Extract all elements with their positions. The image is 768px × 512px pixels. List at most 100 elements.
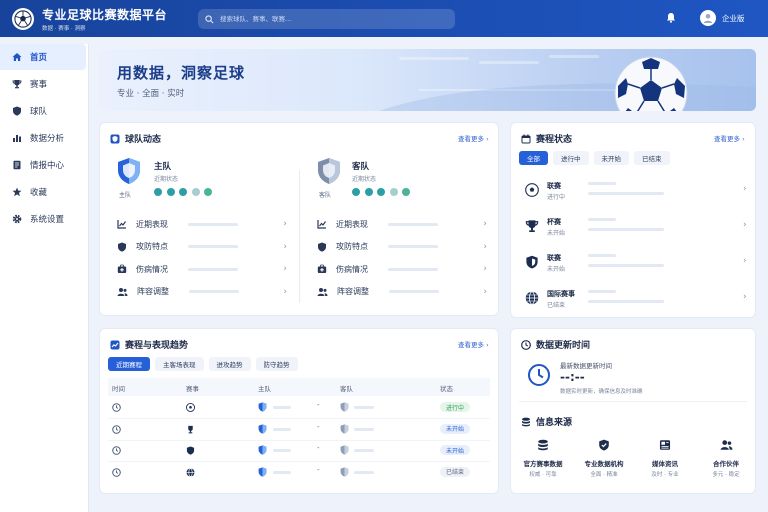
sidebar-item-matches[interactable]: 赛事: [0, 71, 86, 97]
medical-kit-icon: [117, 264, 127, 274]
tab-all[interactable]: 全部: [519, 151, 548, 165]
column-header: 主队: [258, 385, 271, 393]
sidebar-item-data-analysis[interactable]: 数据分析: [0, 125, 86, 151]
soccer-ball-icon: [614, 56, 688, 111]
tab-recent-schedule[interactable]: 近期赛程: [108, 357, 150, 371]
home-team-name: 主队: [154, 162, 172, 172]
home-team-detail-list: 近期表现 › 攻防特点 › 伤病情况 › 阵容调整 ›: [117, 213, 287, 303]
app-subtitle: 数据 · 赛事 · 洞察: [42, 25, 86, 32]
see-more-link[interactable]: 查看更多 ›: [714, 133, 745, 143]
away-team-label: 客队: [319, 192, 332, 199]
table-row[interactable]: - 未开始: [108, 419, 490, 440]
tab-upcoming[interactable]: 未开始: [593, 151, 629, 165]
home-team-placeholder: [273, 470, 291, 474]
tab-attack-trend[interactable]: 进攻趋势: [208, 357, 251, 371]
sidebar-item-favorites[interactable]: 收藏: [0, 179, 86, 205]
shield-icon: [318, 242, 326, 252]
list-item[interactable]: 攻防特点 ›: [317, 236, 487, 259]
medical-kit-icon: [317, 264, 327, 274]
list-item[interactable]: 阵容调整 ›: [117, 281, 287, 304]
list-item[interactable]: 联赛 进行中 ›: [519, 175, 759, 211]
tab-finished[interactable]: 已结束: [634, 151, 670, 165]
source-media-news[interactable]: 媒体资讯 及时 · 专业: [635, 439, 695, 478]
hero-title: 用数据，洞察足球: [117, 64, 246, 82]
sidebar-item-teams[interactable]: 球队: [0, 98, 86, 124]
users-icon: [720, 440, 732, 450]
user-menu[interactable]: 企业版: [700, 10, 745, 26]
sidebar-item-home[interactable]: 首页: [0, 44, 86, 70]
database-icon: [522, 417, 530, 426]
see-more-link[interactable]: 查看更多 ›: [458, 133, 489, 143]
list-item[interactable]: 近期表现 ›: [117, 213, 287, 236]
home-team-placeholder: [273, 449, 291, 452]
home-team-form-dots: [154, 188, 217, 196]
update-note: 数据实时更新，确保信息及时准确: [560, 389, 643, 395]
source-partners[interactable]: 合作伙伴 多元 · 稳定: [696, 439, 756, 478]
shield-check-icon: [599, 439, 609, 451]
hero-banner: 用数据，洞察足球 专业 · 全面 · 实时: [99, 49, 756, 111]
tab-live[interactable]: 进行中: [553, 151, 589, 165]
trophy-icon: [525, 220, 539, 233]
bell-icon[interactable]: [666, 12, 676, 26]
table-row[interactable]: - 已结束: [108, 462, 490, 483]
tab-defense-trend[interactable]: 防守趋势: [255, 357, 298, 371]
list-item[interactable]: 阵容调整 ›: [317, 281, 487, 304]
away-team-placeholder: [354, 427, 374, 431]
status-badge: 未开始: [440, 423, 471, 434]
card-title: 数据更新时间: [536, 341, 591, 351]
sidebar: 首页 赛事 球队 数据分析 情报中心 收藏 系统设置: [0, 44, 89, 512]
see-more-link[interactable]: 查看更多 ›: [458, 339, 489, 349]
clock-icon: [521, 339, 531, 350]
shield-icon: [110, 134, 120, 143]
away-team-detail-list: 近期表现 › 攻防特点 › 伤病情况 › 阵容调整 ›: [317, 213, 487, 303]
list-item-label: 攻防特点: [336, 242, 368, 252]
list-item[interactable]: 杯赛 未开始 ›: [519, 211, 759, 247]
form-dot: [191, 188, 200, 196]
form-dot: [154, 188, 162, 196]
list-item-label: 近期表现: [336, 219, 368, 229]
away-team-shield-icon: [340, 445, 349, 458]
chart-icon: [117, 220, 126, 229]
soccer-ball-logo-icon[interactable]: [12, 7, 34, 30]
tab-home-away[interactable]: 主客场表现: [155, 357, 204, 371]
source-official-data[interactable]: 官方赛事数据 权威 · 可靠: [513, 439, 573, 478]
app-title: 专业足球比赛数据平台: [42, 7, 168, 22]
home-icon: [12, 53, 22, 61]
search-box[interactable]: [198, 9, 455, 29]
avatar[interactable]: [700, 10, 716, 26]
chart-icon: [317, 220, 326, 229]
away-team-shield-icon: [340, 466, 349, 480]
sidebar-item-label: 系统设置: [30, 215, 65, 225]
list-item[interactable]: 伤病情况 ›: [317, 258, 487, 281]
home-team-shield-icon: [258, 445, 267, 458]
list-item[interactable]: 国际赛事 已结束 ›: [519, 283, 759, 319]
globe-icon: [525, 291, 539, 305]
home-team-shield-icon: [258, 402, 267, 415]
sidebar-item-label: 首页: [30, 53, 48, 63]
list-item[interactable]: 联赛 未开始 ›: [519, 247, 759, 283]
bar-chart-icon: [13, 135, 21, 142]
list-item[interactable]: 攻防特点 ›: [117, 236, 287, 259]
source-professional-agency[interactable]: 专业数据机构 全面 · 精准: [574, 439, 634, 478]
form-dot: [204, 188, 212, 196]
table-row[interactable]: - 未开始: [108, 440, 490, 461]
card-title: 赛程与表现趋势: [125, 341, 189, 351]
search-icon: [205, 14, 214, 23]
table-row[interactable]: - 进行中: [108, 397, 490, 418]
search-input[interactable]: [220, 15, 440, 23]
hero-tagline: 专业 · 全面 · 实时: [117, 89, 185, 99]
sidebar-item-intel-center[interactable]: 情报中心: [0, 152, 86, 178]
clock-icon: [112, 403, 121, 415]
sidebar-item-settings[interactable]: 系统设置: [0, 206, 86, 232]
sidebar-item-label: 情报中心: [30, 161, 65, 171]
list-item[interactable]: 近期表现 ›: [317, 213, 487, 236]
clock-icon: [112, 467, 121, 480]
list-item[interactable]: 伤病情况 ›: [117, 258, 287, 281]
away-team-form-dots: [352, 188, 415, 196]
list-item-label: 伤病情况: [336, 264, 368, 274]
away-team-placeholder: [354, 470, 374, 474]
shield-icon: [118, 242, 126, 252]
versus-separator: -: [317, 422, 320, 431]
column-header: 状态: [440, 385, 453, 393]
soccer-ball-icon: [185, 402, 196, 415]
